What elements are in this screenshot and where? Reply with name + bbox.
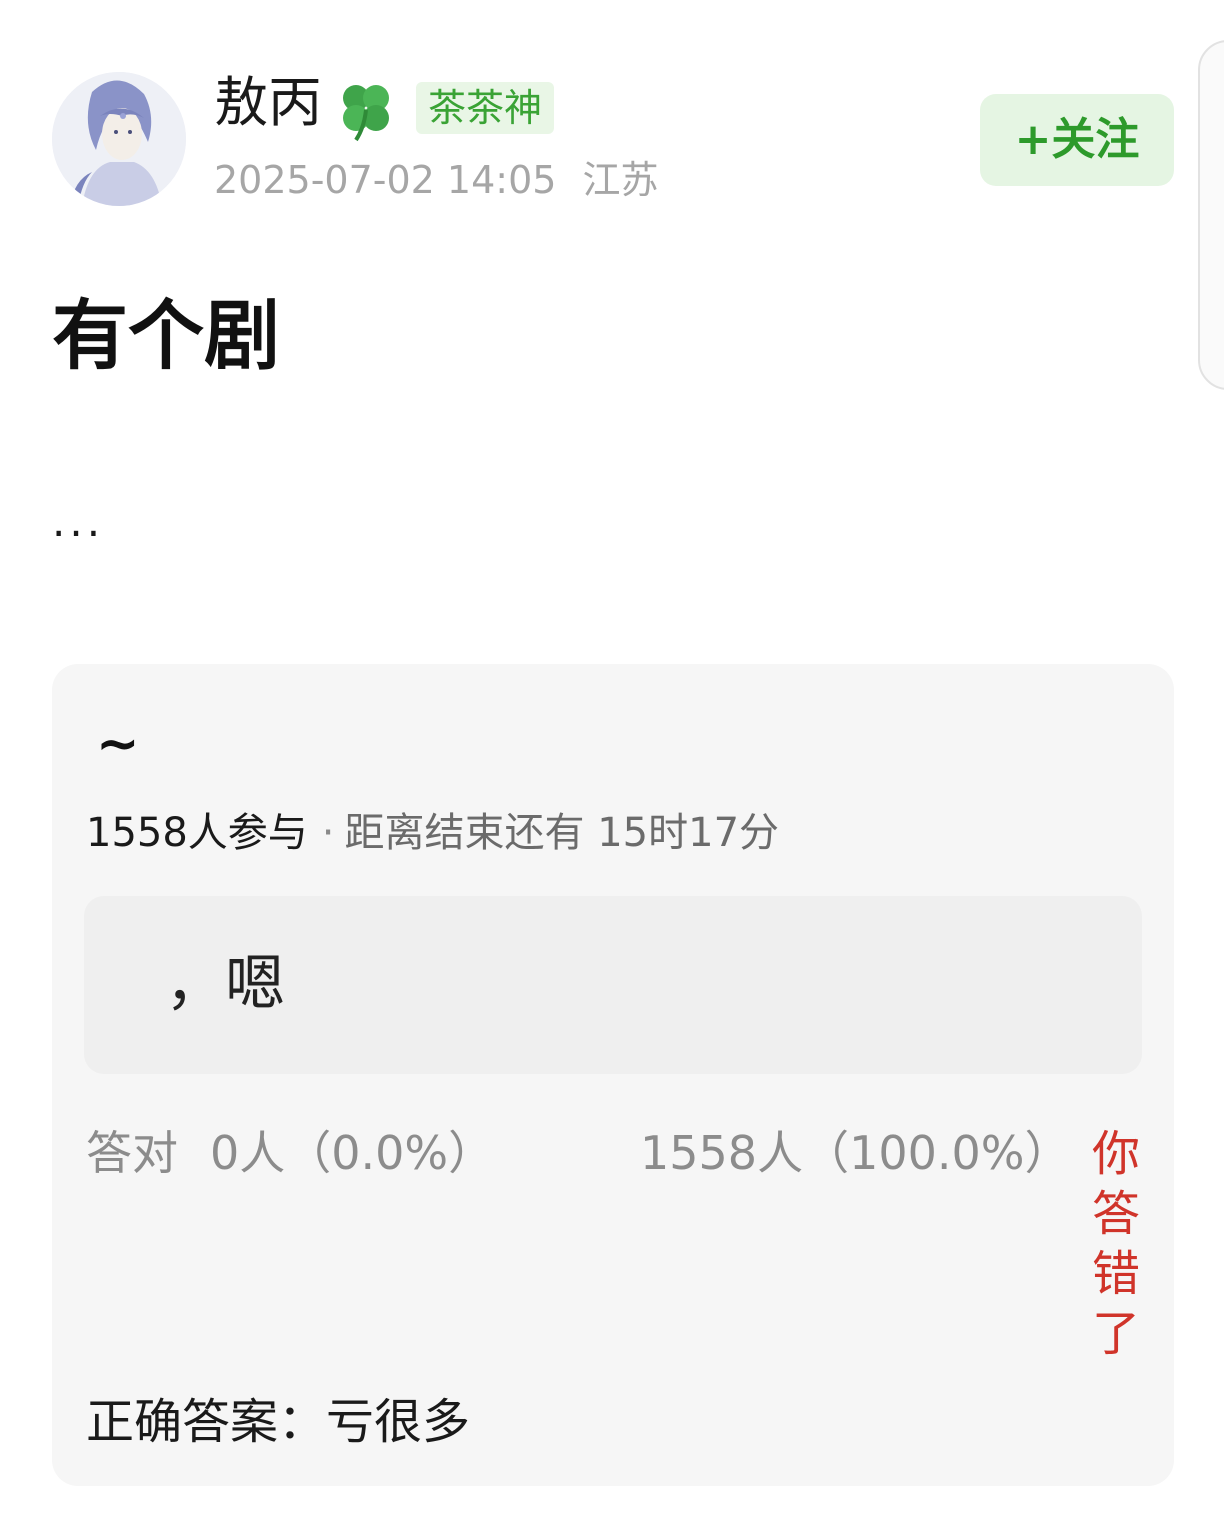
anime-character-avatar-icon [52, 72, 186, 206]
correct-answer: 正确答案：亏很多 [86, 1394, 471, 1450]
follow-button[interactable]: +关注 [980, 94, 1174, 186]
author-avatar[interactable] [52, 72, 186, 206]
stats-separator: · [321, 810, 335, 856]
post-ellipsis: ··· [52, 509, 105, 558]
correct-count: 0人（0.0%） [210, 1126, 495, 1180]
quiz-card [52, 664, 1174, 1486]
quiz-remaining-time: 距离结束还有 15时17分 [344, 810, 780, 856]
four-leaf-clover-icon [334, 78, 398, 142]
author-name[interactable]: 敖丙 [214, 68, 322, 138]
quiz-participants: 1558人参与 [86, 810, 308, 856]
user-title-badge: 茶茶神 [416, 82, 555, 134]
quiz-result: 你答错了 [1091, 1126, 1140, 1362]
post-location: 江苏 [582, 158, 659, 202]
correct-label: 答对 [86, 1126, 178, 1180]
wrong-count: 1558人（100.0%） [640, 1126, 1071, 1180]
answer-option-text: ，嗯 [146, 949, 286, 1019]
quiz-stats: 1558人参与 · 距离结束还有 15时17分 [86, 804, 779, 862]
post-title: 有个剧 [52, 291, 280, 380]
post-meta: 2025-07-02 14:05 江苏 [214, 152, 659, 208]
quiz-question: ~ [96, 714, 140, 774]
post-timestamp: 2025-07-02 14:05 [214, 158, 557, 202]
side-edge-handle [1198, 40, 1224, 390]
